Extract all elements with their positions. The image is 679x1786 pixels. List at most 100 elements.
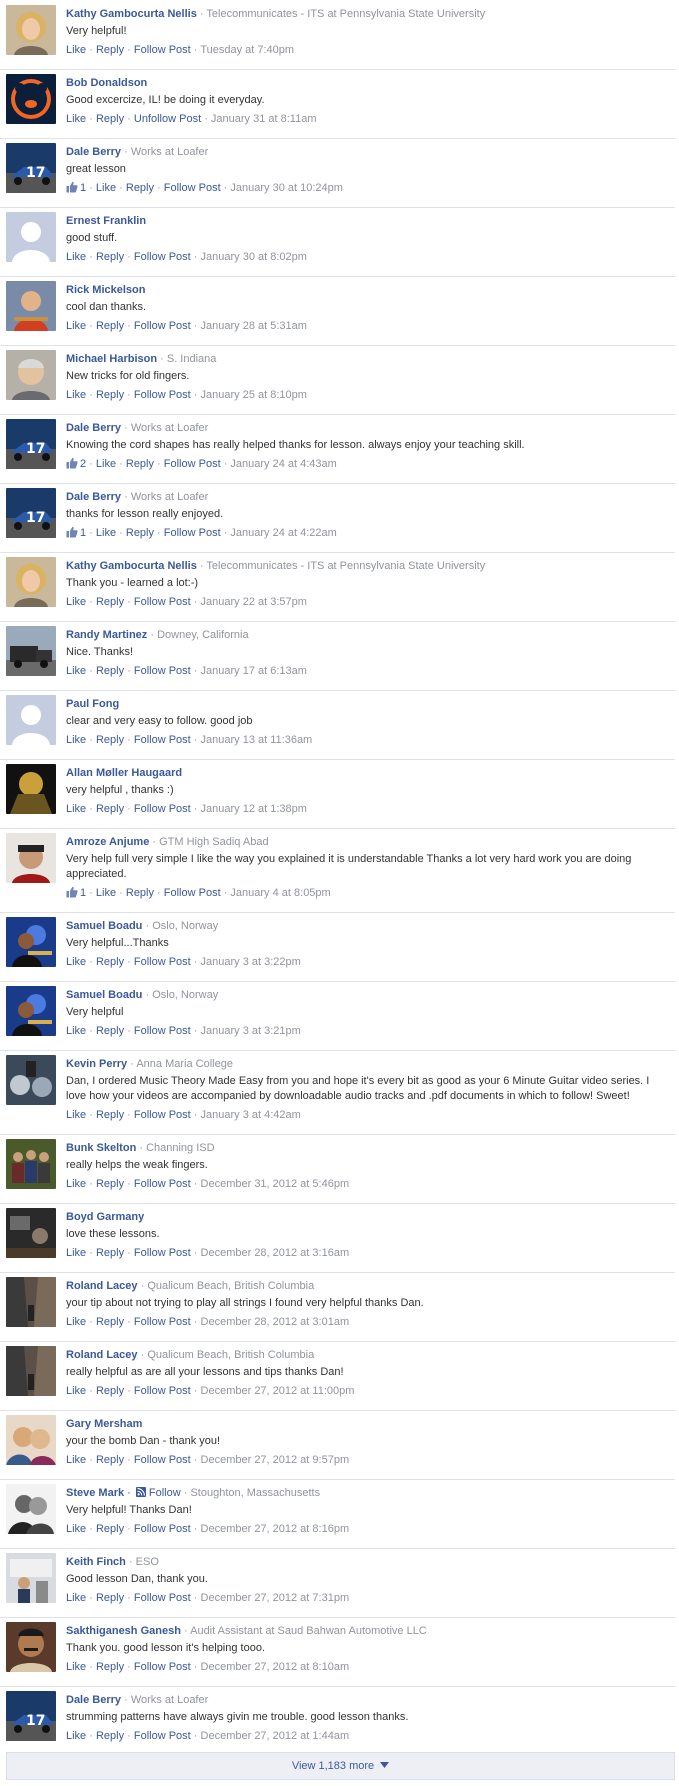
reply-link[interactable]: Reply	[96, 734, 124, 746]
comment-timestamp[interactable]: January 31 at 8:11am	[211, 113, 317, 125]
like-link[interactable]: Like	[96, 182, 116, 194]
reply-link[interactable]: Reply	[96, 1178, 124, 1190]
comment-author-link[interactable]: Ernest Franklin	[66, 215, 146, 227]
comment-timestamp[interactable]: December 27, 2012 at 9:57pm	[201, 1454, 350, 1466]
comment-timestamp[interactable]: December 27, 2012 at 1:44am	[201, 1730, 350, 1742]
comment-author-link[interactable]: Samuel Boadu	[66, 920, 142, 932]
reply-link[interactable]: Reply	[96, 596, 124, 608]
comment-timestamp[interactable]: January 3 at 3:22pm	[201, 956, 301, 968]
avatar[interactable]	[6, 1622, 56, 1672]
comment-timestamp[interactable]: January 28 at 5:31am	[201, 320, 307, 332]
avatar[interactable]	[6, 1139, 56, 1189]
avatar[interactable]	[6, 1553, 56, 1603]
avatar[interactable]	[6, 626, 56, 676]
like-link[interactable]: Like	[66, 1730, 86, 1742]
reply-link[interactable]: Reply	[126, 182, 154, 194]
comment-timestamp[interactable]: December 31, 2012 at 5:46pm	[201, 1178, 350, 1190]
follow-user-link[interactable]: Follow	[149, 1487, 181, 1499]
follow-post-link[interactable]: Follow Post	[134, 1109, 191, 1121]
like-link[interactable]: Like	[66, 251, 86, 263]
avatar[interactable]	[6, 917, 56, 967]
reply-link[interactable]: Reply	[96, 1109, 124, 1121]
follow-post-link[interactable]: Follow Post	[134, 1025, 191, 1037]
avatar[interactable]	[6, 557, 56, 607]
comment-author-link[interactable]: Amroze Anjume	[66, 836, 149, 848]
reply-link[interactable]: Reply	[96, 1385, 124, 1397]
follow-post-link[interactable]: Follow Post	[134, 1592, 191, 1604]
avatar[interactable]: 17	[6, 143, 56, 193]
comment-author-link[interactable]: Kathy Gambocurta Nellis	[66, 560, 197, 572]
follow-post-link[interactable]: Follow Post	[164, 182, 221, 194]
comment-author-link[interactable]: Dale Berry	[66, 1694, 121, 1706]
reply-link[interactable]: Reply	[96, 1454, 124, 1466]
avatar[interactable]	[6, 764, 56, 814]
comment-author-link[interactable]: Roland Lacey	[66, 1280, 138, 1292]
avatar[interactable]	[6, 695, 56, 745]
comment-timestamp[interactable]: January 22 at 3:57pm	[201, 596, 307, 608]
follow-post-link[interactable]: Follow Post	[134, 389, 191, 401]
comment-timestamp[interactable]: January 3 at 3:21pm	[201, 1025, 301, 1037]
reply-link[interactable]: Reply	[126, 527, 154, 539]
like-link[interactable]: Like	[66, 1025, 86, 1037]
avatar[interactable]	[6, 212, 56, 262]
comment-timestamp[interactable]: Tuesday at 7:40pm	[200, 44, 294, 56]
like-link[interactable]: Like	[66, 803, 86, 815]
like-link[interactable]: Like	[66, 956, 86, 968]
like-link[interactable]: Like	[66, 389, 86, 401]
comment-timestamp[interactable]: December 27, 2012 at 8:10am	[201, 1661, 350, 1673]
avatar[interactable]	[6, 281, 56, 331]
comment-timestamp[interactable]: January 4 at 8:05pm	[230, 887, 330, 899]
reply-link[interactable]: Reply	[96, 44, 124, 56]
comment-author-link[interactable]: Paul Fong	[66, 698, 119, 710]
like-link[interactable]: Like	[66, 44, 86, 56]
comment-author-link[interactable]: Samuel Boadu	[66, 989, 142, 1001]
like-link[interactable]: Like	[66, 1385, 86, 1397]
comment-timestamp[interactable]: January 25 at 8:10pm	[201, 389, 307, 401]
avatar[interactable]	[6, 1277, 56, 1327]
comment-author-link[interactable]: Steve Mark	[66, 1487, 124, 1499]
comment-timestamp[interactable]: January 30 at 8:02pm	[201, 251, 307, 263]
like-link[interactable]: Like	[66, 1523, 86, 1535]
like-link[interactable]: Like	[96, 458, 116, 470]
reply-link[interactable]: Reply	[96, 665, 124, 677]
avatar[interactable]	[6, 1346, 56, 1396]
follow-post-link[interactable]: Unfollow Post	[134, 113, 201, 125]
comment-timestamp[interactable]: December 27, 2012 at 8:16pm	[201, 1523, 350, 1535]
comment-author-link[interactable]: Michael Harbison	[66, 353, 157, 365]
avatar[interactable]	[6, 986, 56, 1036]
follow-post-link[interactable]: Follow Post	[134, 1523, 191, 1535]
follow-post-link[interactable]: Follow Post	[134, 1661, 191, 1673]
comment-author-link[interactable]: Rick Mickelson	[66, 284, 145, 296]
like-link[interactable]: Like	[66, 1178, 86, 1190]
follow-post-link[interactable]: Follow Post	[134, 956, 191, 968]
reply-link[interactable]: Reply	[96, 1592, 124, 1604]
reply-link[interactable]: Reply	[96, 389, 124, 401]
like-link[interactable]: Like	[96, 527, 116, 539]
like-link[interactable]: Like	[66, 1592, 86, 1604]
follow-post-link[interactable]: Follow Post	[134, 1247, 191, 1259]
follow-post-link[interactable]: Follow Post	[134, 803, 191, 815]
avatar[interactable]	[6, 350, 56, 400]
follow-post-link[interactable]: Follow Post	[164, 527, 221, 539]
reply-link[interactable]: Reply	[96, 1730, 124, 1742]
comment-author-link[interactable]: Bunk Skelton	[66, 1142, 136, 1154]
reply-link[interactable]: Reply	[96, 113, 124, 125]
comment-author-link[interactable]: Dale Berry	[66, 422, 121, 434]
reply-link[interactable]: Reply	[126, 887, 154, 899]
reply-link[interactable]: Reply	[96, 251, 124, 263]
comment-author-link[interactable]: Kevin Perry	[66, 1058, 127, 1070]
follow-post-link[interactable]: Follow Post	[134, 665, 191, 677]
comment-timestamp[interactable]: December 28, 2012 at 3:16am	[201, 1247, 350, 1259]
comment-author-link[interactable]: Sakthiganesh Ganesh	[66, 1625, 181, 1637]
follow-post-link[interactable]: Follow Post	[164, 887, 221, 899]
comment-timestamp[interactable]: January 30 at 10:24pm	[230, 182, 343, 194]
comment-author-link[interactable]: Gary Mersham	[66, 1418, 142, 1430]
like-link[interactable]: Like	[66, 734, 86, 746]
avatar[interactable]	[6, 74, 56, 124]
comment-author-link[interactable]: Keith Finch	[66, 1556, 126, 1568]
follow-post-link[interactable]: Follow Post	[134, 1730, 191, 1742]
follow-post-link[interactable]: Follow Post	[134, 734, 191, 746]
comment-timestamp[interactable]: January 3 at 4:42am	[201, 1109, 301, 1121]
reply-link[interactable]: Reply	[96, 1523, 124, 1535]
avatar[interactable]	[6, 833, 56, 883]
